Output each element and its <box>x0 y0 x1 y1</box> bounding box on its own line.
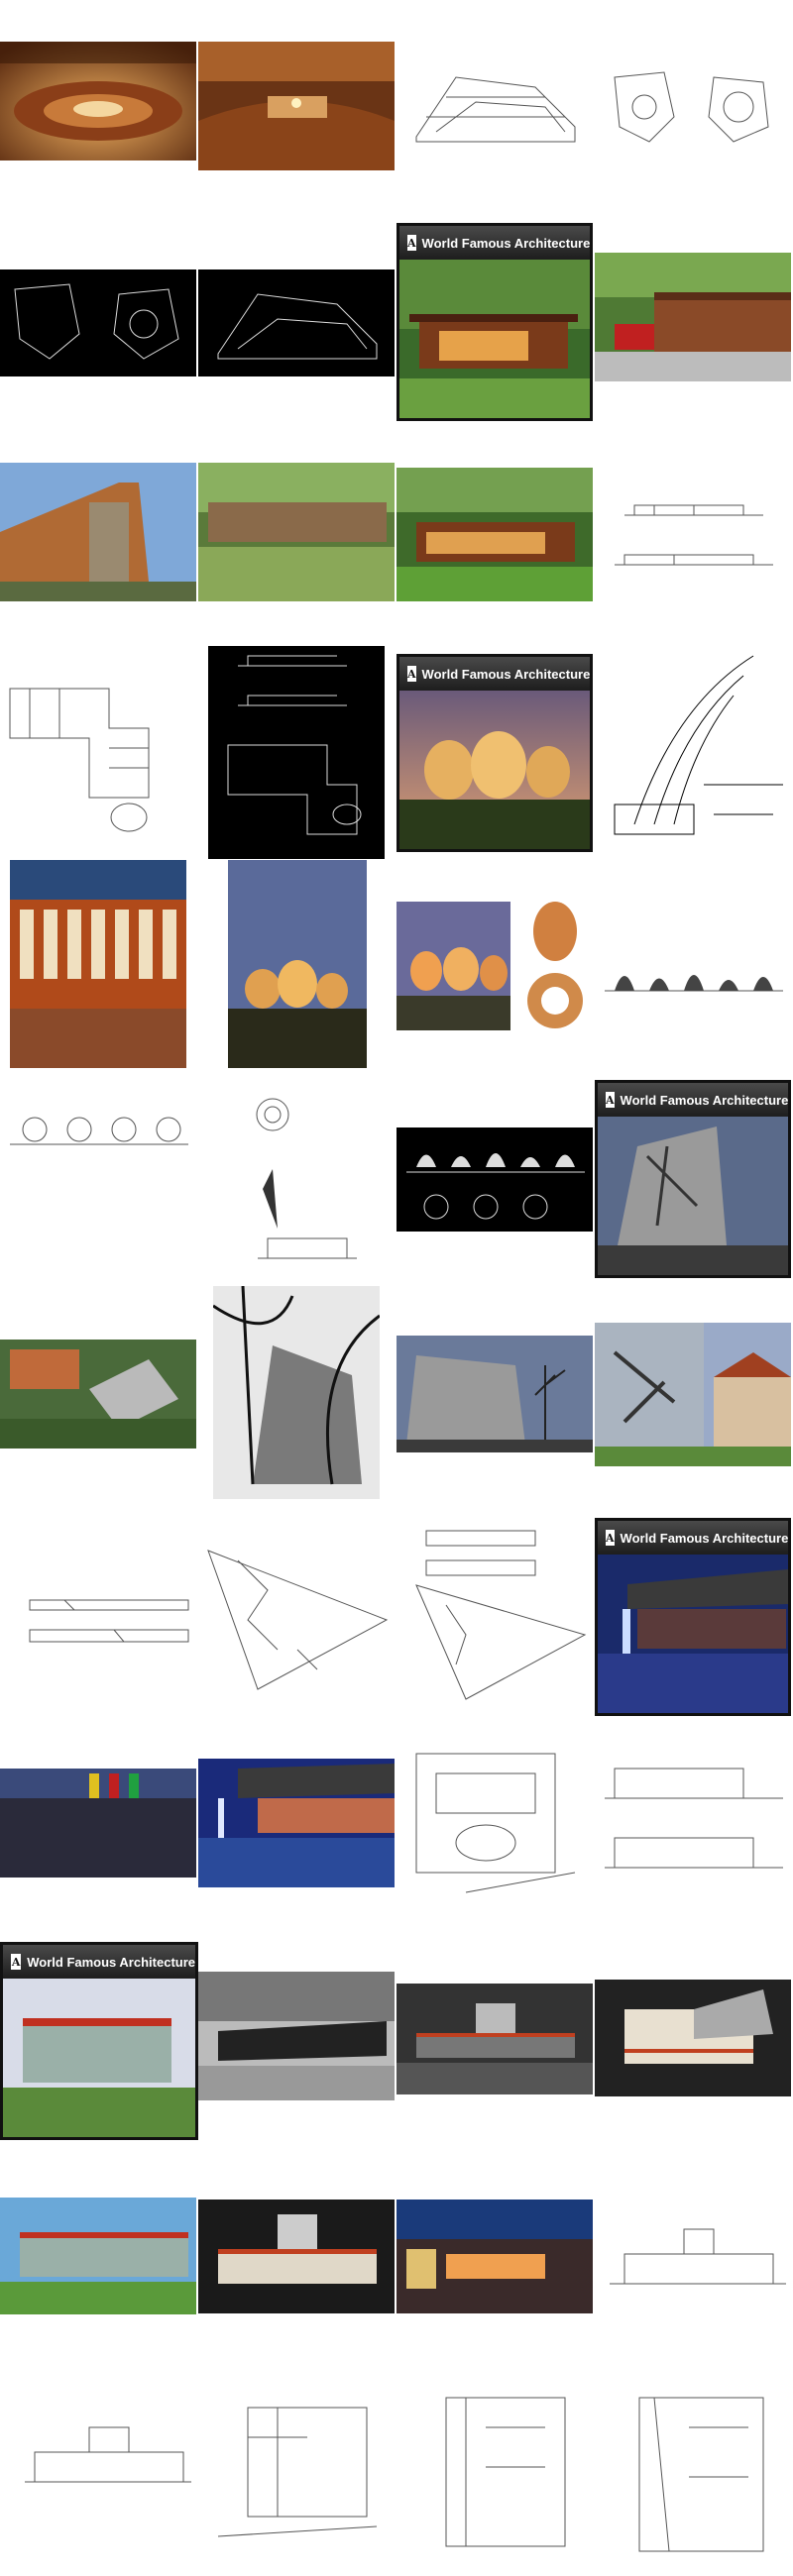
concert-hall-interior-photo-2[interactable] <box>198 42 395 170</box>
wright-house-plans-dark <box>208 646 385 859</box>
wright-house-gable-photo[interactable] <box>0 463 196 601</box>
lucerne-night-photo[interactable] <box>198 1759 395 1887</box>
concert-hall-section-drawing <box>396 57 593 157</box>
wright-house-carport-photo[interactable] <box>595 253 791 381</box>
lucerne-flags-photo[interactable] <box>0 1769 196 1878</box>
glass-house-model-dark[interactable] <box>396 1984 593 2094</box>
domes-interior-photo[interactable] <box>10 860 186 1068</box>
badge-header: A World Famous Architecture <box>399 657 590 691</box>
badge-header: A World Famous Architecture <box>598 1521 788 1555</box>
badge-logo-icon: A <box>407 666 416 682</box>
jewish-museum-elevations <box>25 1580 193 1650</box>
wright-house-elevations <box>595 485 791 585</box>
wright-house-plan <box>0 649 196 847</box>
jewish-museum-facade-photo[interactable] <box>595 1323 791 1466</box>
concert-hall-plan-dark <box>0 269 196 376</box>
glass-house-night-photo[interactable] <box>396 2200 593 2313</box>
badge-logo-icon: A <box>407 235 416 251</box>
badge-logo-icon: A <box>606 1530 615 1546</box>
concert-hall-section-dark <box>198 269 395 376</box>
concert-hall-interior-photo-1[interactable] <box>0 42 196 161</box>
glass-house-elevation <box>605 2219 791 2299</box>
glass-house-plan-3 <box>620 2388 778 2561</box>
badge-title: World Famous Architecture <box>421 235 591 251</box>
jewish-museum-plan-2 <box>406 1526 593 1709</box>
glass-house-section <box>20 2417 196 2497</box>
domes-detail-model <box>520 897 590 1035</box>
glass-house-plan-2 <box>426 2388 575 2561</box>
glass-house-badge[interactable]: A World Famous Architecture <box>0 1942 198 2140</box>
domes-dusk-photo[interactable] <box>228 860 367 1068</box>
wright-house-badge[interactable]: A World Famous Architecture <box>396 223 593 421</box>
badge-logo-icon: A <box>11 1954 22 1970</box>
badge-title: World Famous Architecture <box>620 1530 789 1546</box>
jewish-museum-plan-1 <box>198 1541 395 1704</box>
concert-hall-plan-drawings <box>595 57 791 157</box>
badge-header: A World Famous Architecture <box>399 226 590 260</box>
badge-logo-icon: A <box>606 1092 615 1108</box>
glass-house-plan-1 <box>208 2398 387 2551</box>
badge-header: A World Famous Architecture <box>598 1083 788 1117</box>
glass-house-bw-photo[interactable] <box>198 1972 395 2100</box>
badge-title: World Famous Architecture <box>421 666 591 682</box>
glass-house-canopy-photo[interactable] <box>0 2198 196 2314</box>
domes-badge[interactable]: A World Famous Architecture <box>396 654 593 852</box>
domes-sketch <box>595 646 791 859</box>
badge-title: World Famous Architecture <box>27 1954 195 1970</box>
jewish-museum-aerial-photo[interactable] <box>0 1340 196 1449</box>
wright-house-exterior-photo[interactable] <box>396 468 593 601</box>
domes-detail-drawing <box>238 1090 367 1278</box>
domes-elevation <box>595 941 791 1001</box>
jewish-museum-tree-photo[interactable] <box>213 1286 380 1499</box>
lucerne-plan <box>406 1744 585 1902</box>
lucerne-badge[interactable]: A World Famous Architecture <box>595 1518 791 1716</box>
domes-model-photo[interactable] <box>396 902 510 1030</box>
badge-title: World Famous Architecture <box>620 1092 789 1108</box>
domes-section-drawing <box>0 1105 196 1154</box>
glass-house-model-light[interactable] <box>595 1980 791 2096</box>
domes-section-dark <box>396 1127 593 1232</box>
jewish-museum-street-photo[interactable] <box>396 1336 593 1452</box>
badge-header: A World Famous Architecture <box>3 1945 195 1979</box>
wright-house-lawn-photo[interactable] <box>198 463 395 601</box>
glass-house-model-photo[interactable] <box>198 2200 395 2313</box>
lucerne-sections <box>595 1759 791 1897</box>
jewish-museum-badge[interactable]: A World Famous Architecture <box>595 1080 791 1278</box>
